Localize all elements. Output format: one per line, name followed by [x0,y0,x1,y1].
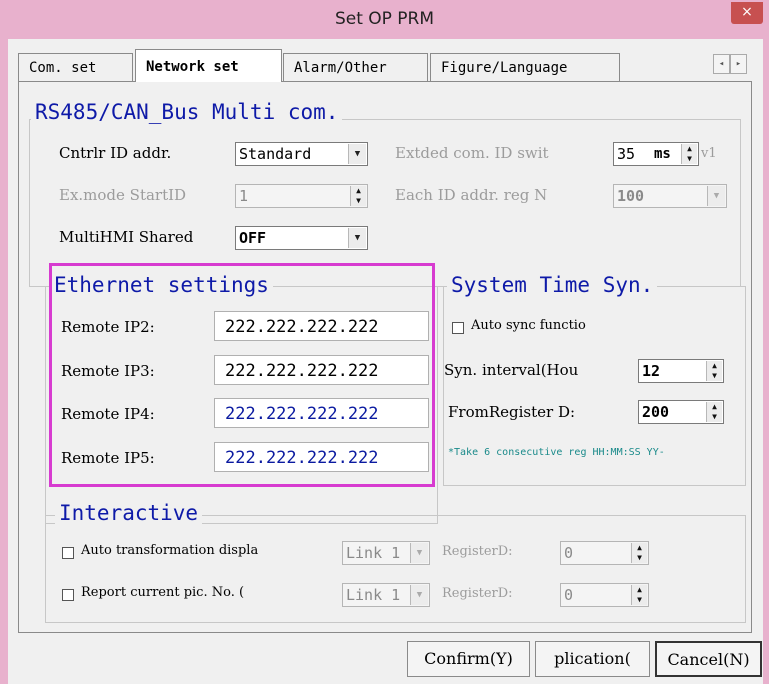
auto-sync-checkbox[interactable] [452,322,464,334]
report-pic-no-checkbox[interactable] [62,589,74,601]
register-value: 0 [564,544,574,562]
application-button[interactable]: plication( [535,641,650,677]
chevron-down-icon[interactable]: ▼ [707,186,725,206]
chevron-down-icon[interactable]: ▼ [348,228,366,248]
cntrlr-id-value: Standard [239,145,312,163]
auto-transformation-label: Auto transformation displa [81,543,259,558]
chevron-down-icon[interactable]: ▼ [410,585,428,605]
extded-com-spinner[interactable]: 35 ms ▲ ▼ [613,142,699,166]
syn-interval-label: Syn. interval(Hou [444,361,579,379]
report-pic-link-select[interactable]: Link 1 ▼ [342,583,430,607]
tab-scroll-left-icon[interactable]: ◂ [713,54,730,74]
report-pic-register-spinner[interactable]: 0 ▲ ▼ [560,583,649,607]
dialog-window: Set OP PRM × Com. set Network set Alarm/… [0,0,769,684]
title-bar[interactable]: Set OP PRM × [0,0,769,39]
ethernet-highlight-frame [49,263,435,487]
confirm-button[interactable]: Confirm(Y) [407,641,530,677]
chevron-down-icon[interactable]: ▼ [348,144,366,164]
interactive-group-title: Interactive [55,501,203,525]
multihmi-shared-label: MultiHMI Shared [59,228,194,246]
auto-transformation-checkbox[interactable] [62,547,74,559]
extded-com-label: Extded com. ID swit [395,144,549,162]
register-d-label: RegisterD: [442,586,513,601]
syn-interval-value: 12 [642,362,661,380]
time-sync-note: *Take 6 consecutive reg HH:MM:SS YY- [448,447,665,458]
spin-arrows-icon[interactable]: ▲ ▼ [631,543,647,563]
spin-arrows-icon[interactable]: ▲ ▼ [350,186,366,206]
auto-sync-label: Auto sync functio [471,318,586,333]
report-pic-no-label: Report current pic. No. ( [81,585,245,600]
cntrlr-id-label: Cntrlr ID addr. [59,144,172,162]
extded-com-value: 35 [617,145,636,163]
close-button[interactable]: × [731,2,763,24]
spin-arrows-icon[interactable]: ▲ ▼ [706,402,722,422]
auto-transformation-link-select[interactable]: Link 1 ▼ [342,541,430,565]
tab-figure-language[interactable]: Figure/Language [430,53,620,81]
auto-transformation-register-spinner[interactable]: 0 ▲ ▼ [560,541,649,565]
from-register-value: 200 [642,403,670,421]
tab-com-set[interactable]: Com. set [18,53,133,81]
extded-com-unit: ms [654,146,671,162]
rs485-group-title: RS485/CAN_Bus Multi com. [31,100,343,124]
chevron-down-icon[interactable]: ▼ [410,543,428,563]
each-id-label: Each ID addr. reg N [395,186,548,204]
tab-scroll-right-icon[interactable]: ▸ [730,54,747,74]
system-time-group-title: System Time Syn. [447,273,658,297]
multihmi-shared-select[interactable]: OFF ▼ [235,226,368,250]
register-value: 0 [564,586,574,604]
multihmi-shared-value: OFF [239,229,267,247]
each-id-select[interactable]: 100 ▼ [613,184,727,208]
each-id-value: 100 [617,187,645,205]
exmode-startid-value: 1 [239,187,249,205]
register-d-label: RegisterD: [442,544,513,559]
spin-arrows-icon[interactable]: ▲ ▼ [706,361,722,381]
tab-network-set[interactable]: Network set [135,49,282,82]
from-register-label: FromRegister D: [448,403,576,421]
cancel-button[interactable]: Cancel(N) [655,641,762,677]
spin-arrows-icon[interactable]: ▲ ▼ [681,144,697,164]
exmode-startid-spinner[interactable]: 1 ▲ ▼ [235,184,368,208]
spin-arrows-icon[interactable]: ▲ ▼ [631,585,647,605]
link-value: Link 1 [346,586,401,604]
window-title: Set OP PRM [334,9,435,29]
from-register-spinner[interactable]: 200 ▲ ▼ [638,400,724,424]
cntrlr-id-select[interactable]: Standard ▼ [235,142,368,166]
link-value: Link 1 [346,544,401,562]
syn-interval-spinner[interactable]: 12 ▲ ▼ [638,359,724,383]
tab-alarm-other[interactable]: Alarm/Other [283,53,428,81]
extded-suffix: v1 [701,146,717,161]
exmode-startid-label: Ex.mode StartID [59,186,187,204]
